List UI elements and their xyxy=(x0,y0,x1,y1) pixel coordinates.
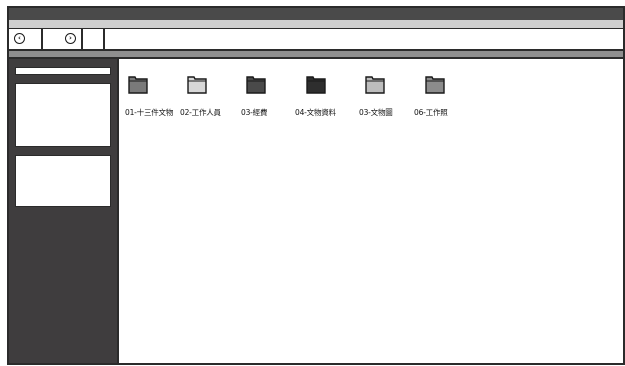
sidebar-search-field[interactable] xyxy=(15,67,111,75)
folder-icon xyxy=(246,76,266,94)
folder-item[interactable]: 01-十三件文物 xyxy=(125,73,187,117)
back-icon: ‹ xyxy=(14,33,25,44)
title-bar xyxy=(9,8,623,20)
folder-label: 02-工作人員 xyxy=(180,108,221,117)
toolbar xyxy=(9,51,623,59)
folder-label: 06-工作照 xyxy=(414,108,448,117)
folder-item[interactable]: 06-工作照 xyxy=(414,73,484,117)
back-button[interactable]: ‹ xyxy=(9,29,43,49)
folder-label: 03-文物圖 xyxy=(359,108,393,117)
forward-button[interactable]: › xyxy=(43,29,83,49)
folder-label: 03-經費 xyxy=(241,108,268,117)
sidebar xyxy=(9,59,119,363)
forward-icon: › xyxy=(65,33,76,44)
folder-item[interactable]: 03-文物圖 xyxy=(359,73,424,117)
folder-icon xyxy=(365,76,385,94)
folder-label: 04-文物資料 xyxy=(295,108,336,117)
folder-item[interactable]: 03-經費 xyxy=(241,73,305,117)
address-bar[interactable] xyxy=(105,29,623,49)
folder-icon xyxy=(425,76,445,94)
file-browser-window: ‹ › 01-十三件文物 02-工作人員 03-經費 04-文物資料 03-文物… xyxy=(7,6,625,365)
folder-icon xyxy=(306,76,326,94)
folder-content-area: 01-十三件文物 02-工作人員 03-經費 04-文物資料 03-文物圖 06… xyxy=(119,59,623,363)
folder-label: 01-十三件文物 xyxy=(125,108,174,117)
menu-bar xyxy=(9,20,623,29)
folder-item[interactable]: 04-文物資料 xyxy=(295,73,365,117)
navigation-bar: ‹ › xyxy=(9,29,623,51)
folder-icon xyxy=(187,76,207,94)
folder-item[interactable]: 02-工作人員 xyxy=(180,73,246,117)
sidebar-panel-top[interactable] xyxy=(15,83,111,147)
folder-icon xyxy=(128,76,148,94)
sidebar-panel-bottom[interactable] xyxy=(15,155,111,207)
nav-divider xyxy=(83,29,105,49)
